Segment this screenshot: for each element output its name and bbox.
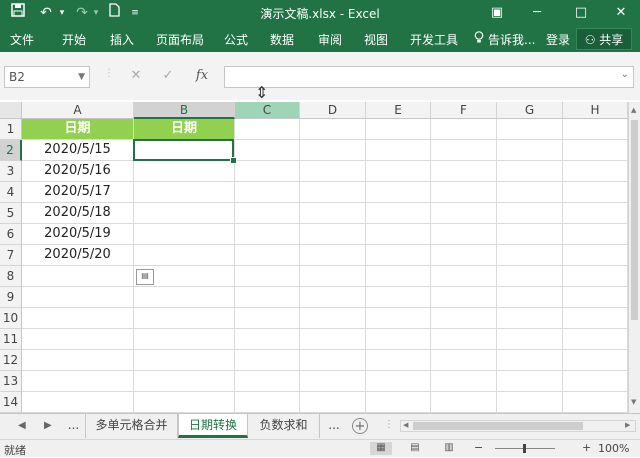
formula-input[interactable]: ⌄ xyxy=(224,66,634,88)
chevron-down-icon[interactable]: ▼ xyxy=(78,67,85,87)
zoom-level[interactable]: 100% xyxy=(598,442,629,455)
sheet-tab-negative-sum[interactable]: 负数求和 xyxy=(248,414,320,438)
name-box-value: B2 xyxy=(9,70,25,84)
cell-b1[interactable]: 日期 xyxy=(134,119,234,139)
tab-formulas[interactable]: 公式 xyxy=(224,31,248,48)
scroll-thumb[interactable] xyxy=(631,120,638,320)
column-header[interactable]: H xyxy=(563,102,628,119)
ribbon-tabs: 文件 开始 插入 页面布局 公式 数据 审阅 视图 开发工具 告诉我... 登录… xyxy=(0,26,640,52)
column-header[interactable]: G xyxy=(497,102,563,119)
column-header[interactable]: B xyxy=(134,102,235,119)
row-header[interactable]: 3 xyxy=(0,161,22,182)
expand-icon[interactable]: ⌄ xyxy=(621,69,629,80)
sheet-tab-date-convert[interactable]: 日期转换 xyxy=(178,414,248,438)
row-header[interactable]: 6 xyxy=(0,224,22,245)
tab-developer[interactable]: 开发工具 xyxy=(410,31,458,48)
prev-sheet-icon[interactable]: ◀ xyxy=(18,420,26,431)
zoom-out-button[interactable]: − xyxy=(474,441,483,454)
row-header[interactable]: 4 xyxy=(0,182,22,203)
lightbulb-icon xyxy=(474,31,484,47)
vertical-scrollbar[interactable]: ▲ ▼ xyxy=(628,102,640,413)
column-header[interactable]: A xyxy=(22,102,134,119)
scroll-right-icon[interactable]: ▶ xyxy=(625,421,630,429)
ribbon-display-icon[interactable]: ▣ xyxy=(482,2,512,24)
cancel-icon[interactable]: ✕ xyxy=(126,68,146,83)
close-button[interactable]: ✕ xyxy=(606,2,636,24)
drag-handle-icon[interactable]: ⋮ xyxy=(104,68,114,79)
name-box[interactable]: B2 ▼ xyxy=(4,66,90,88)
cell-a7[interactable]: 2020/5/20 xyxy=(22,245,133,265)
cell-a2[interactable]: 2020/5/15 xyxy=(22,140,133,160)
scroll-down-icon[interactable]: ▼ xyxy=(631,398,636,406)
zoom-in-button[interactable]: + xyxy=(582,441,591,454)
scroll-up-icon[interactable]: ▲ xyxy=(631,106,636,114)
enter-icon[interactable]: ✓ xyxy=(158,68,178,83)
paste-options-icon[interactable]: ▤ xyxy=(136,269,154,285)
zoom-slider-thumb[interactable] xyxy=(523,444,526,453)
scroll-left-icon[interactable]: ◀ xyxy=(403,421,408,429)
tab-data[interactable]: 数据 xyxy=(270,31,294,48)
row-header[interactable]: 13 xyxy=(0,371,22,392)
cell-a1[interactable]: 日期 xyxy=(22,119,133,139)
tab-file[interactable]: 文件 xyxy=(10,31,34,48)
cell-a6[interactable]: 2020/5/19 xyxy=(22,224,133,244)
add-sheet-button[interactable]: + xyxy=(352,418,368,434)
resize-cursor-icon: ⇕ xyxy=(255,83,269,102)
row-header[interactable]: 10 xyxy=(0,308,22,329)
page-break-view-icon[interactable]: ▥ xyxy=(438,442,460,455)
row-header[interactable]: 1 xyxy=(0,119,22,140)
more-sheets-right[interactable]: ... xyxy=(320,414,348,438)
next-sheet-icon[interactable]: ▶ xyxy=(44,420,52,431)
minimize-button[interactable]: ─ xyxy=(522,2,552,24)
row-header[interactable]: 9 xyxy=(0,287,22,308)
status-ready: 就绪 xyxy=(4,444,26,457)
row-header[interactable]: 7 xyxy=(0,245,22,266)
tab-insert[interactable]: 插入 xyxy=(110,31,134,48)
column-header[interactable]: C xyxy=(235,102,300,119)
h-scroll-thumb[interactable] xyxy=(413,422,583,430)
row-header[interactable]: 12 xyxy=(0,350,22,371)
tab-home[interactable]: 开始 xyxy=(62,31,86,48)
normal-view-icon[interactable]: ▦ xyxy=(370,442,392,455)
status-bar: 就绪 ▦ ▤ ▥ − + 100% xyxy=(0,439,640,457)
column-header[interactable]: F xyxy=(431,102,497,119)
maximize-button[interactable]: □ xyxy=(566,2,596,24)
cell-a3[interactable]: 2020/5/16 xyxy=(22,161,133,181)
title-bar: ↶ ▾ ↷ ▾ ≡ 演示文稿.xlsx - Excel ▣ ─ □ ✕ xyxy=(0,0,640,26)
function-icon[interactable]: fx xyxy=(192,68,212,83)
fill-handle[interactable] xyxy=(230,157,237,164)
share-button[interactable]: ⚇ 共享 xyxy=(576,28,632,50)
horizontal-scrollbar[interactable]: ◀ ▶ xyxy=(400,420,636,432)
cell-a5[interactable]: 2020/5/18 xyxy=(22,203,133,223)
cell-grid[interactable]: 日期 日期 2020/5/15 2020/5/16 2020/5/17 2020… xyxy=(22,119,628,413)
share-label: 共享 xyxy=(599,33,624,47)
tell-me-input[interactable]: 告诉我... xyxy=(488,31,535,48)
sheet-tabs-bar: ◀ ▶ ... 多单元格合并 日期转换 负数求和 ... + ⋮ ◀ ▶ xyxy=(0,413,640,439)
more-sheets-left[interactable]: ... xyxy=(62,414,86,438)
tab-splitter-handle[interactable]: ⋮ xyxy=(384,419,394,430)
tab-page-layout[interactable]: 页面布局 xyxy=(156,31,204,48)
row-header[interactable]: 14 xyxy=(0,392,22,413)
row-header[interactable]: 11 xyxy=(0,329,22,350)
row-header[interactable]: 2 xyxy=(0,140,22,161)
select-all-corner[interactable] xyxy=(0,102,22,119)
login-link[interactable]: 登录 xyxy=(546,31,570,48)
share-icon: ⚇ xyxy=(584,33,596,47)
column-header[interactable]: D xyxy=(300,102,366,119)
tab-review[interactable]: 审阅 xyxy=(318,31,342,48)
tab-view[interactable]: 视图 xyxy=(364,31,388,48)
sheet-tab-merge-cells[interactable]: 多单元格合并 xyxy=(86,414,178,438)
cell-a4[interactable]: 2020/5/17 xyxy=(22,182,133,202)
formula-bar: B2 ▼ ⋮ ✕ ✓ fx ⌄ xyxy=(0,52,640,100)
active-cell-b2[interactable] xyxy=(133,139,234,161)
row-header[interactable]: 5 xyxy=(0,203,22,224)
column-header[interactable]: E xyxy=(366,102,431,119)
row-header[interactable]: 8 xyxy=(0,266,22,287)
page-layout-view-icon[interactable]: ▤ xyxy=(404,442,426,455)
